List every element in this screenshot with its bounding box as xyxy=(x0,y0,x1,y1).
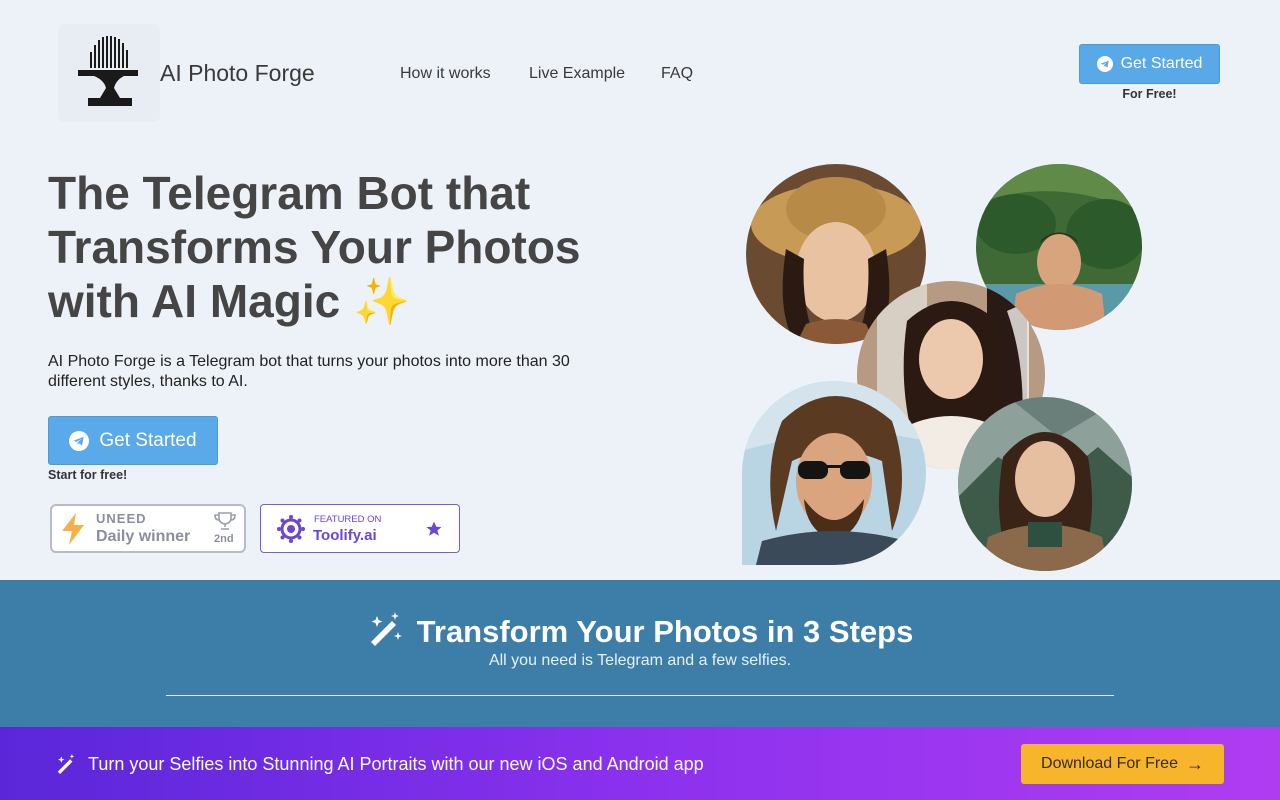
header-for-free-text: For Free! xyxy=(1122,87,1177,101)
app-promo-banner: Turn your Selfies into Stunning AI Portr… xyxy=(0,727,1280,800)
download-button-label: Download For Free xyxy=(1041,755,1178,772)
brand-name[interactable]: AI Photo Forge xyxy=(160,60,315,87)
banner-text: Turn your Selfies into Stunning AI Portr… xyxy=(88,754,704,774)
nav-how-it-works[interactable]: How it works xyxy=(400,65,491,83)
hero-title-line-1: The Telegram Bot that xyxy=(48,167,531,219)
hero-title-line-3: with AI Magic xyxy=(48,275,341,327)
uneed-rank: 2nd xyxy=(214,533,234,545)
nav-live-example[interactable]: Live Example xyxy=(529,65,625,83)
steps-subtitle: All you need is Telegram and a few selfi… xyxy=(488,652,792,669)
start-for-free-text: Start for free! xyxy=(48,468,128,482)
hero-title-line-2: Transforms Your Photos xyxy=(48,221,581,273)
steps-title-text: Transform Your Photos in 3 Steps xyxy=(416,614,914,649)
logo[interactable] xyxy=(58,24,160,122)
header-get-started-button[interactable]: Get Started xyxy=(1079,44,1220,84)
star-icon xyxy=(426,521,442,536)
hero-get-started-button[interactable]: Get Started xyxy=(48,416,218,465)
download-for-free-button[interactable]: Download For Free → xyxy=(1021,744,1224,784)
uneed-daily-winner-label: Daily winner xyxy=(96,528,191,545)
anvil-logo-icon xyxy=(78,36,138,106)
header-get-started-label: Get Started xyxy=(1120,55,1203,72)
uneed-daily-winner-badge[interactable]: UNEED Daily winner 2nd xyxy=(50,504,246,553)
nav-faq[interactable]: FAQ xyxy=(661,65,693,83)
arrow-right-icon: → xyxy=(1185,753,1204,774)
hero-title: The Telegram Bot that Transforms Your Ph… xyxy=(48,166,648,328)
hero-description: AI Photo Forge is a Telegram bot that tu… xyxy=(48,353,570,390)
lightning-icon xyxy=(62,513,84,545)
telegram-icon xyxy=(69,430,90,451)
toolify-logo-icon xyxy=(277,515,305,543)
hero-get-started-label: Get Started xyxy=(99,429,197,451)
sparkles-emoji: ✨ xyxy=(352,275,411,327)
trophy-icon xyxy=(214,512,236,530)
portrait-woman-mountain xyxy=(958,397,1132,571)
steps-title: Transform Your Photos in 3 Steps xyxy=(0,612,1280,650)
magic-wand-icon xyxy=(370,612,402,646)
toolify-name: Toolify.ai xyxy=(313,527,377,544)
telegram-icon xyxy=(1096,56,1113,72)
magic-wand-icon xyxy=(57,754,75,774)
uneed-brand: UNEED xyxy=(96,511,147,526)
toolify-featured-on: FEATURED ON xyxy=(314,514,382,525)
toolify-featured-badge[interactable]: FEATURED ON Toolify.ai xyxy=(260,504,460,553)
portrait-man-sunglasses xyxy=(742,381,926,565)
divider xyxy=(166,695,1114,696)
